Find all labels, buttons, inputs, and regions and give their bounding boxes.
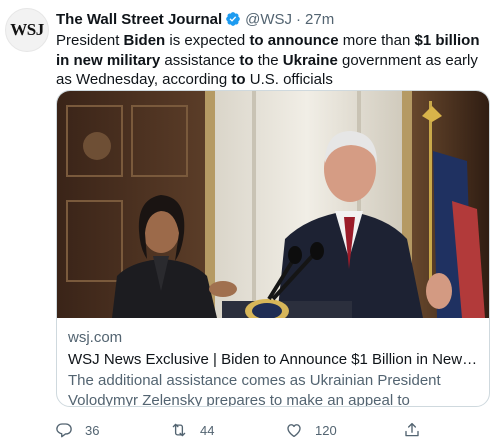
card-title[interactable]: WSJ News Exclusive | Biden to Announce $… [68, 350, 479, 370]
tweet-text: President Biden is expected to announce … [56, 32, 480, 88]
card-description: The additional assistance comes as Ukrai… [68, 372, 441, 407]
avatar-logo-text: WSJ [10, 20, 44, 39]
share-icon [405, 422, 419, 437]
card-domain: wsj.com [68, 329, 123, 346]
share-button[interactable] [403, 418, 421, 442]
verified-badge-icon [226, 12, 240, 26]
card-body: wsj.com WSJ News Exclusive | Biden to An… [57, 318, 489, 407]
like-button[interactable]: 120 [285, 418, 337, 442]
reply-icon [56, 423, 72, 438]
like-icon [287, 424, 301, 438]
author-handle[interactable]: @WSJ [245, 11, 292, 28]
avatar[interactable]: WSJ [5, 8, 49, 52]
reply-button[interactable]: 36 [55, 418, 99, 442]
tweet-timestamp[interactable]: 27m [305, 11, 334, 28]
retweet-icon [172, 423, 186, 437]
reply-count: 36 [85, 422, 100, 438]
link-preview-card[interactable]: wsj.com WSJ News Exclusive | Biden to An… [56, 90, 490, 407]
separator-dot: · [296, 10, 302, 28]
retweet-button[interactable]: 44 [170, 418, 214, 442]
tweet-header: The Wall Street Journal @WSJ · 27m [56, 9, 334, 29]
like-count: 120 [315, 422, 337, 438]
author-name[interactable]: The Wall Street Journal [56, 11, 222, 28]
card-photo [57, 91, 489, 318]
tweet-actions: 36 44 120 [0, 418, 500, 442]
retweet-count: 44 [200, 422, 215, 438]
tweet[interactable]: WSJ The Wall Street Journal @WSJ · 27m P… [0, 0, 500, 448]
